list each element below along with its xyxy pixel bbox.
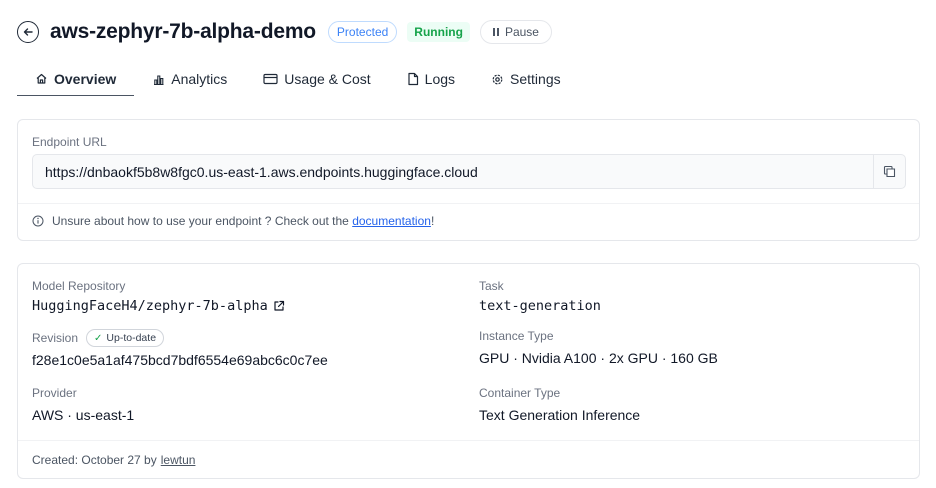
tab-label: Settings xyxy=(510,71,561,87)
revision-label: Revision xyxy=(32,331,79,345)
pause-icon xyxy=(492,28,499,36)
info-icon xyxy=(32,215,44,227)
provider-label: Provider xyxy=(32,386,77,400)
hint-suffix: ! xyxy=(430,214,435,228)
tab-label: Usage & Cost xyxy=(284,71,371,87)
created-text: Created: October 27 by xyxy=(32,452,157,467)
hint-text: Unsure about how to use your endpoint ? … xyxy=(52,214,349,228)
revision-value: f28e1c0e5a1af475bcd7bdf6554e69abc6c0c7ee xyxy=(32,352,328,368)
pause-button[interactable]: Pause xyxy=(479,20,552,44)
provider-field: Provider AWS · us-east-1 xyxy=(32,386,134,423)
copy-url-button[interactable] xyxy=(873,155,905,188)
model-repository-label: Model Repository xyxy=(32,279,126,293)
instance-type-label: Instance Type xyxy=(479,329,554,343)
tab-label: Logs xyxy=(424,71,456,87)
endpoint-url-value[interactable]: https://dnbaokf5b8w8fgc0.us-east-1.aws.e… xyxy=(33,164,873,180)
revision-field: Revision ✓ Up-to-date f28e1c0e5a1af475bc… xyxy=(32,329,328,368)
container-type-field: Container Type Text Generation Inference xyxy=(479,386,640,423)
check-icon: ✓ xyxy=(94,332,103,344)
endpoint-details-card: Model Repository HuggingFaceH4/zephyr-7b… xyxy=(17,263,920,479)
container-type-value: Text Generation Inference xyxy=(479,407,641,423)
model-repository-field: Model Repository HuggingFaceH4/zephyr-7b… xyxy=(32,279,285,314)
tab-overview[interactable]: Overview xyxy=(17,62,135,96)
documentation-hint: Unsure about how to use your endpoint ? … xyxy=(32,214,434,228)
instance-type-value: GPU · Nvidia A100 · 2x GPU · 160 GB xyxy=(479,350,718,366)
tab-label: Analytics xyxy=(171,71,228,87)
credit-card-icon xyxy=(263,73,278,85)
protected-badge: Protected xyxy=(327,21,398,43)
documentation-link[interactable]: documentation xyxy=(352,214,431,228)
copy-icon xyxy=(883,165,896,178)
revision-header: Revision ✓ Up-to-date xyxy=(32,329,328,347)
external-link-icon[interactable] xyxy=(273,300,285,312)
file-icon xyxy=(408,72,418,86)
task-field: Task text-generation xyxy=(479,279,601,314)
task-value: text-generation xyxy=(479,298,601,314)
container-type-label: Container Type xyxy=(479,386,561,400)
tab-bar: Overview Analytics Usage & Cost Logs Set… xyxy=(17,62,919,98)
gear-icon xyxy=(492,74,503,84)
up-to-date-badge: ✓ Up-to-date xyxy=(86,329,165,347)
analytics-icon xyxy=(154,74,164,85)
tab-settings[interactable]: Settings xyxy=(473,62,579,96)
task-label: Task xyxy=(479,279,504,293)
status-badge: Running xyxy=(407,22,470,42)
arrow-left-icon xyxy=(23,28,33,36)
back-button[interactable] xyxy=(17,21,39,43)
endpoint-url-field[interactable]: https://dnbaokf5b8w8fgc0.us-east-1.aws.e… xyxy=(32,154,906,189)
tab-label: Overview xyxy=(54,70,117,87)
tab-logs[interactable]: Logs xyxy=(389,62,473,96)
provider-value: AWS · us-east-1 xyxy=(32,407,135,423)
page-header: aws-zephyr-7b-alpha-demo Protected Runni… xyxy=(16,14,552,50)
endpoint-url-label: Endpoint URL xyxy=(32,135,107,149)
page-title: aws-zephyr-7b-alpha-demo xyxy=(50,20,316,43)
tab-usage-cost[interactable]: Usage & Cost xyxy=(245,62,388,96)
pause-label: Pause xyxy=(504,25,539,39)
created-info: Created: October 27 by lewtun xyxy=(18,440,919,478)
model-repository-link[interactable]: HuggingFaceH4/zephyr-7b-alpha xyxy=(32,298,268,314)
endpoint-url-card: Endpoint URL https://dnbaokf5b8w8fgc0.us… xyxy=(17,119,920,241)
tab-analytics[interactable]: Analytics xyxy=(134,62,245,96)
creator-link[interactable]: lewtun xyxy=(161,453,196,467)
instance-type-field: Instance Type GPU · Nvidia A100 · 2x GPU… xyxy=(479,329,718,366)
divider xyxy=(18,203,919,204)
model-repository-row: HuggingFaceH4/zephyr-7b-alpha xyxy=(32,298,285,314)
home-icon xyxy=(36,73,47,84)
up-to-date-label: Up-to-date xyxy=(106,332,157,344)
